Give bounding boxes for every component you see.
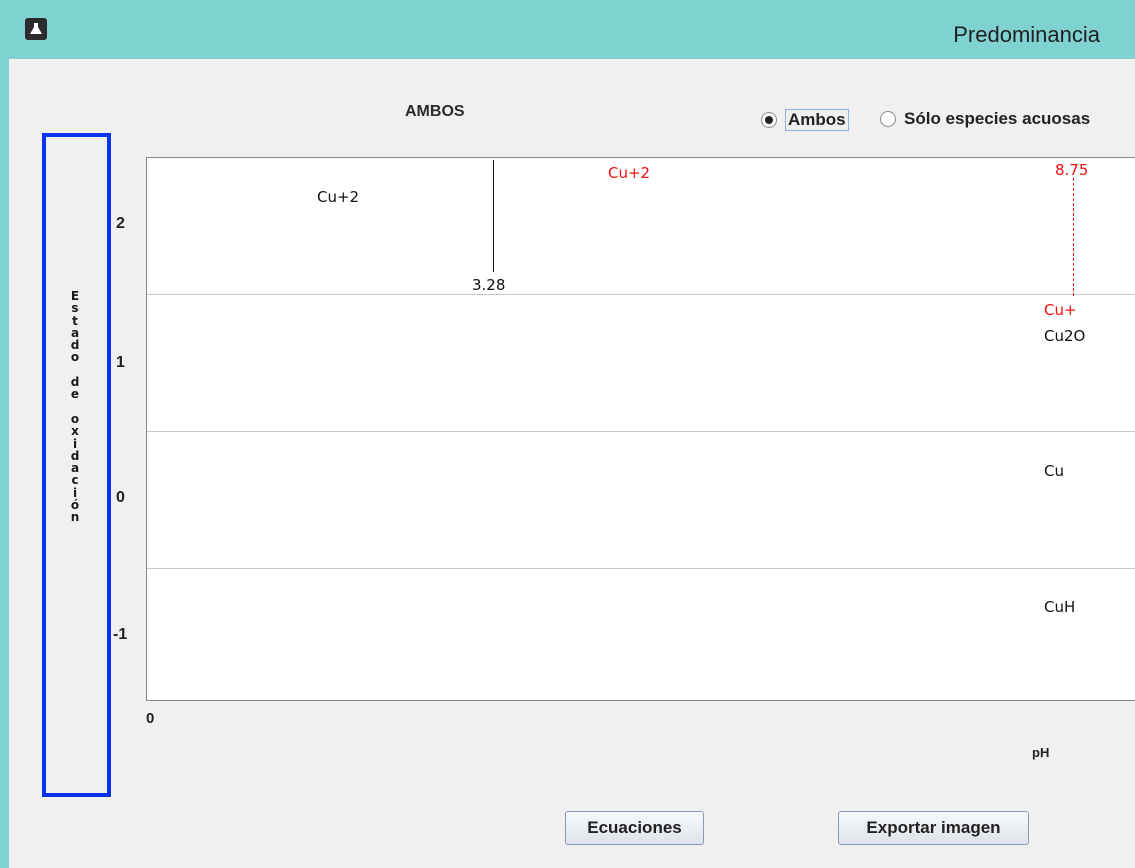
y-tick-1: 1 [116,354,125,371]
window-frame-left [0,59,9,868]
radio-ambos[interactable]: Ambos [761,109,849,131]
aqueous-boundary-value: 8.75 [1055,161,1089,179]
species-aq-cu2: Cu+2 [608,164,651,182]
window-title: Predominancia [953,22,1100,47]
x-tick-0: 0 [146,710,155,727]
y-tick-minus-1: -1 [113,626,128,643]
species-solid-cu: Cu [1044,462,1064,480]
species-aq-cu1: Cu+ [1044,301,1077,319]
x-axis-label: pH [1032,745,1050,760]
gridline [147,431,1135,432]
export-image-button[interactable]: Exportar imagen [838,811,1029,845]
gridline [147,568,1135,569]
radio-unselected-icon[interactable] [880,111,896,127]
solid-boundary-value: 3.28 [472,276,506,294]
flask-icon[interactable] [25,18,47,40]
predominance-plot: 3.28 8.75 Cu+2 Cu+2 Cu+ Cu2O Cu CuH [146,157,1135,701]
solid-boundary-line [493,160,494,272]
y-axis-label: Estado de oxidación [70,289,80,525]
species-solid-cu2: Cu+2 [317,188,360,206]
radio-ambos-label[interactable]: Ambos [785,109,849,131]
title-bar: Predominancia [0,0,1135,59]
radio-solo-acuosas-label[interactable]: Sólo especies acuosas [904,109,1090,129]
equations-button[interactable]: Ecuaciones [565,811,704,845]
species-solid-cuh: CuH [1044,598,1076,616]
y-tick-0: 0 [116,489,125,506]
aqueous-boundary-line [1073,178,1074,296]
radio-selected-icon[interactable] [761,112,777,128]
y-tick-2: 2 [116,215,125,232]
radio-solo-acuosas[interactable]: Sólo especies acuosas [880,109,1090,129]
gridline [147,294,1135,295]
diagram-title: AMBOS [405,103,465,120]
species-solid-cu2o: Cu2O [1044,327,1086,345]
